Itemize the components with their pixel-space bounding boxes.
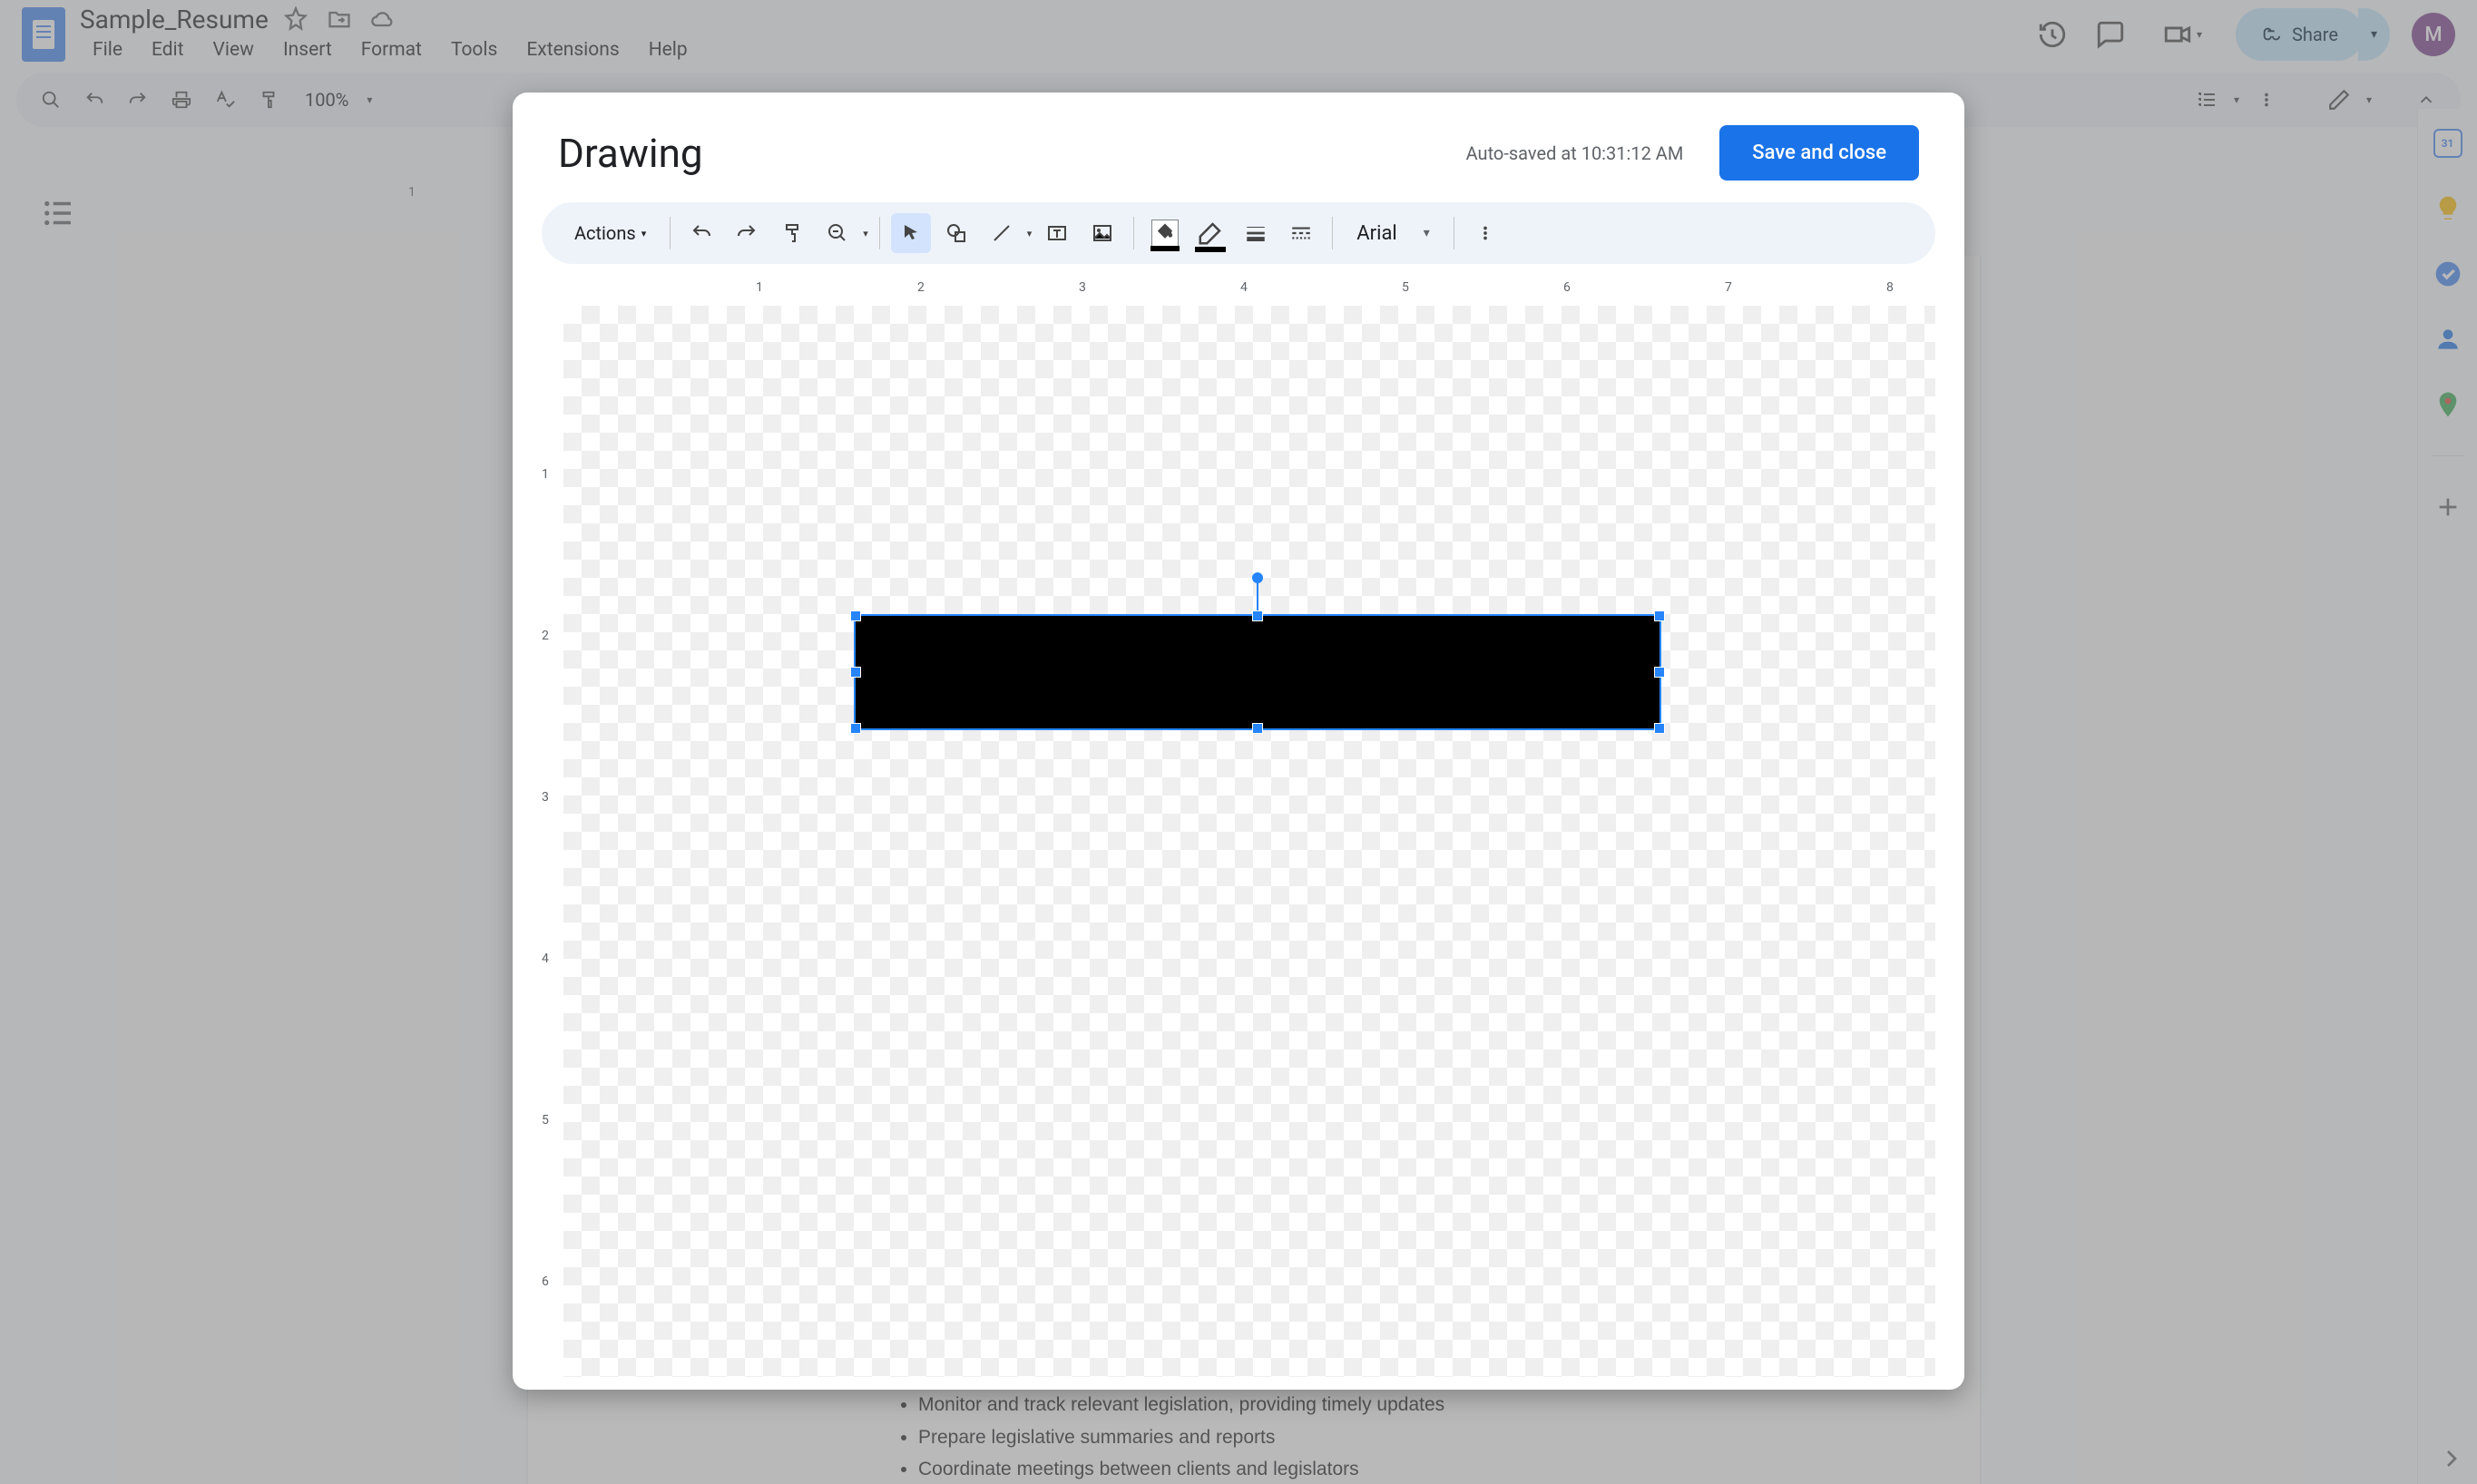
horizontal-ruler: 1 2 3 4 5 6 7 8: [563, 280, 1935, 306]
resize-handle-tl[interactable]: [850, 610, 861, 621]
rotate-connector: [1257, 580, 1258, 612]
resize-handle-ml[interactable]: [850, 667, 861, 678]
resize-handle-tm[interactable]: [1252, 610, 1263, 621]
drawing-canvas-area: 1 2 3 4 5 6 7 8 1 2 3 4 5 6: [542, 280, 1935, 1377]
zoom-icon[interactable]: [818, 213, 857, 253]
undo-icon[interactable]: [681, 213, 721, 253]
shape-tool-icon[interactable]: [936, 213, 976, 253]
border-color-icon[interactable]: [1190, 213, 1230, 253]
text-box-icon[interactable]: [1037, 213, 1077, 253]
resize-handle-bm[interactable]: [1252, 723, 1263, 734]
autosave-status: Auto-saved at 10:31:12 AM: [1466, 142, 1684, 164]
select-tool-icon[interactable]: [891, 213, 931, 253]
image-icon[interactable]: [1082, 213, 1122, 253]
rotate-handle[interactable]: [1252, 572, 1263, 583]
drawing-canvas[interactable]: [563, 306, 1935, 1377]
vertical-ruler: 1 2 3 4 5 6: [542, 306, 563, 1377]
actions-menu[interactable]: Actions▾: [562, 213, 659, 253]
more-icon[interactable]: [1465, 213, 1505, 253]
drawing-dialog: Drawing Auto-saved at 10:31:12 AM Save a…: [513, 93, 1964, 1390]
save-and-close-button[interactable]: Save and close: [1719, 125, 1919, 181]
border-dash-icon[interactable]: [1281, 213, 1321, 253]
paint-format-icon[interactable]: [772, 213, 812, 253]
border-weight-icon[interactable]: [1236, 213, 1276, 253]
dialog-title: Drawing: [558, 130, 703, 177]
selected-rectangle-shape[interactable]: [854, 614, 1661, 730]
fill-color-icon[interactable]: [1145, 213, 1185, 253]
drawing-toolbar: Actions▾ ▾ ▾ Arial: [542, 202, 1935, 264]
resize-handle-br[interactable]: [1654, 723, 1665, 734]
resize-handle-bl[interactable]: [850, 723, 861, 734]
resize-handle-tr[interactable]: [1654, 610, 1665, 621]
line-tool-icon[interactable]: [982, 213, 1022, 253]
redo-icon[interactable]: [727, 213, 767, 253]
resize-handle-mr[interactable]: [1654, 667, 1665, 678]
font-select[interactable]: Arial: [1344, 213, 1442, 253]
